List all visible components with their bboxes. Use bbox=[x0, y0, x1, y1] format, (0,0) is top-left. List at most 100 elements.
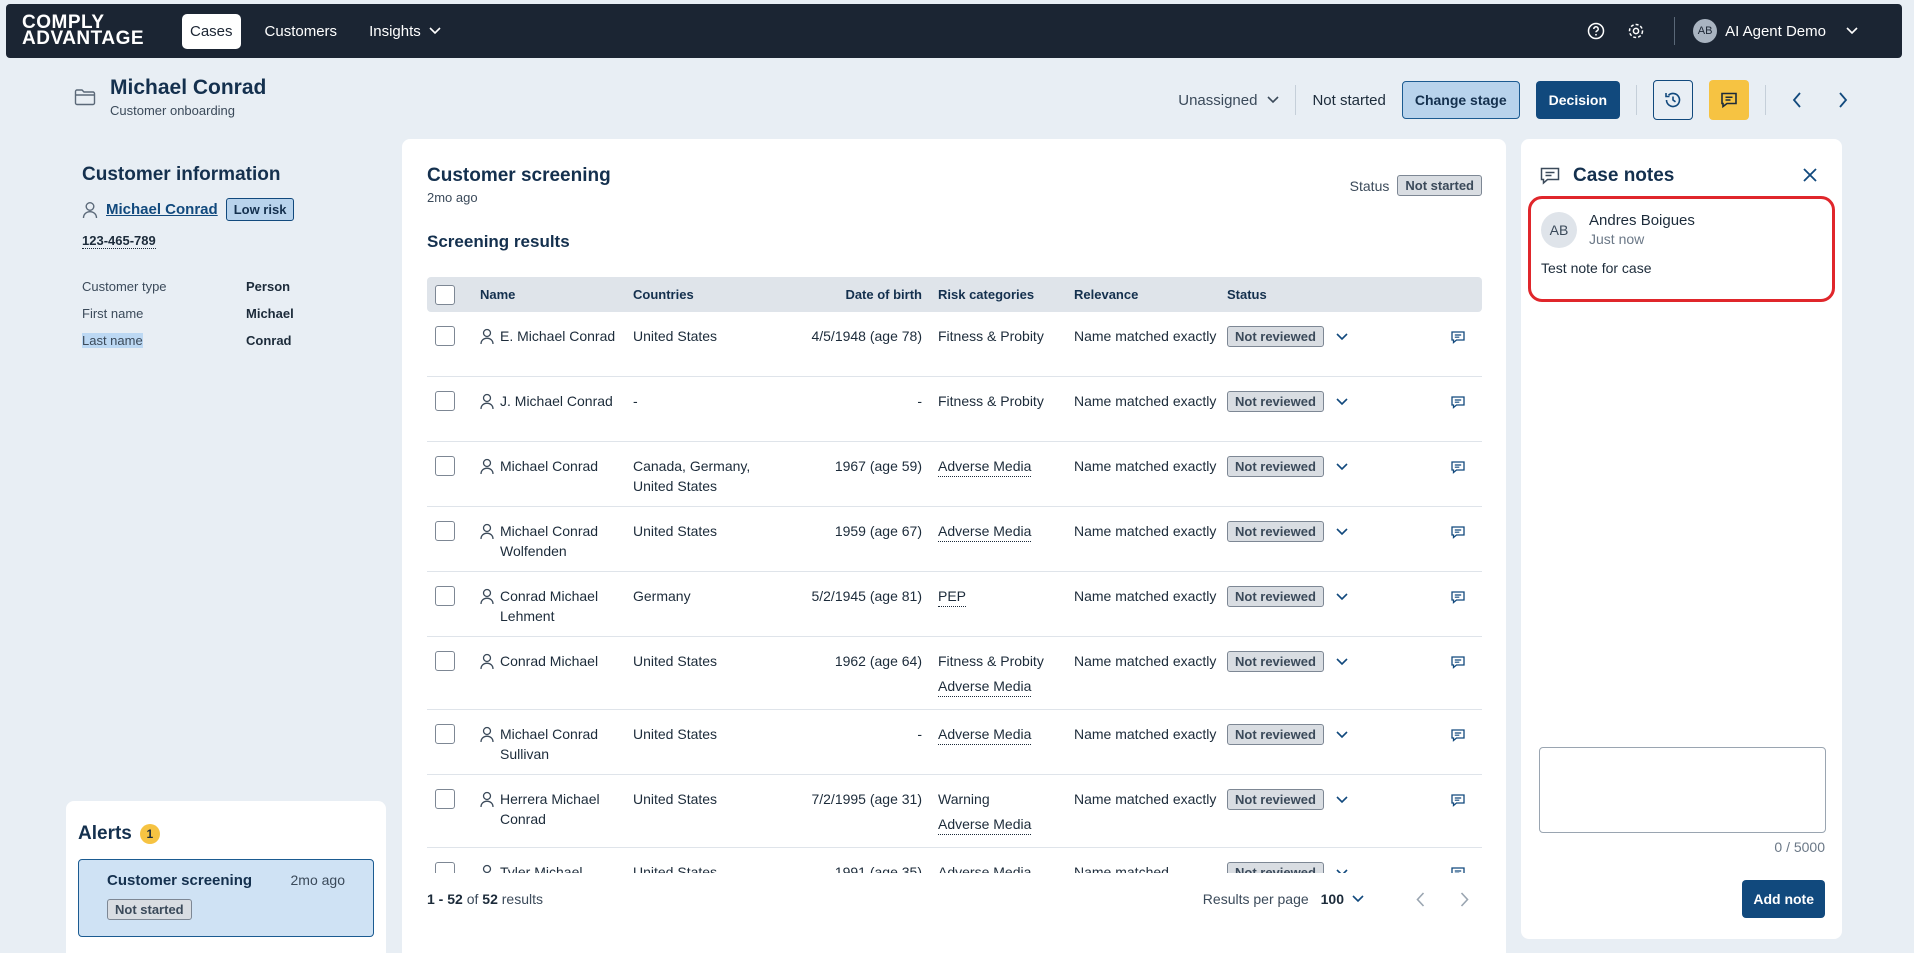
comment-icon[interactable] bbox=[1377, 391, 1482, 410]
case-title: Michael Conrad bbox=[110, 76, 267, 99]
decision-button[interactable]: Decision bbox=[1535, 81, 1620, 119]
next-page-button[interactable] bbox=[1446, 891, 1482, 907]
risk-category[interactable]: Adverse Media bbox=[938, 724, 1032, 745]
nav-cases[interactable]: Cases bbox=[182, 13, 241, 49]
change-stage-button[interactable]: Change stage bbox=[1401, 81, 1520, 119]
customer-id[interactable]: 123-465-789 bbox=[82, 233, 156, 249]
risk-category[interactable]: Adverse Media bbox=[938, 456, 1032, 477]
chevron-down-icon[interactable] bbox=[1336, 795, 1348, 804]
table-row[interactable]: Herrera Michael Conrad United States 7/2/1… bbox=[427, 775, 1482, 848]
comment-icon[interactable] bbox=[1377, 862, 1482, 873]
screening-title: Customer screening bbox=[427, 165, 611, 186]
screening-panel: Customer screening 2mo ago Status Not st… bbox=[402, 139, 1506, 953]
note-body: Test note for case bbox=[1541, 260, 1652, 276]
risk-category[interactable]: Adverse Media bbox=[938, 521, 1032, 542]
match-name-cell: Tyler Michael bbox=[480, 862, 633, 873]
column-relevance: Relevance bbox=[1074, 286, 1139, 302]
row-checkbox[interactable] bbox=[435, 862, 455, 873]
risk-category[interactable]: Adverse Media bbox=[938, 862, 1031, 873]
nav-insights[interactable]: Insights bbox=[361, 14, 449, 49]
brand-logo[interactable]: COMPLY ADVANTAGE bbox=[22, 13, 152, 48]
comment-icon bbox=[1719, 90, 1739, 110]
chevron-down-icon[interactable] bbox=[1336, 592, 1348, 601]
table-row[interactable]: Conrad Michael Lehment Germany 5/2/1945 (a… bbox=[427, 572, 1482, 637]
customer-name-link[interactable]: Michael Conrad bbox=[106, 201, 218, 218]
assignee-dropdown[interactable]: Unassigned bbox=[1178, 92, 1280, 109]
risk-category[interactable]: Adverse Media bbox=[938, 676, 1032, 697]
risk-category[interactable]: PEP bbox=[938, 586, 967, 607]
row-checkbox[interactable] bbox=[435, 326, 455, 346]
history-button[interactable] bbox=[1653, 80, 1693, 120]
row-checkbox[interactable] bbox=[435, 391, 455, 411]
status-badge: Not reviewed bbox=[1227, 326, 1324, 347]
comment-icon[interactable] bbox=[1377, 724, 1482, 743]
nav-divider bbox=[1674, 17, 1676, 45]
status-badge: Not reviewed bbox=[1227, 651, 1324, 672]
risk-category[interactable]: Adverse Media bbox=[938, 814, 1032, 835]
comment-icon[interactable] bbox=[1377, 326, 1482, 345]
results-summary: 1 - 52 of 52 results bbox=[427, 891, 543, 907]
row-checkbox[interactable] bbox=[435, 521, 455, 541]
row-checkbox[interactable] bbox=[435, 724, 455, 744]
help-icon[interactable] bbox=[1576, 22, 1616, 40]
chevron-left-icon bbox=[1415, 891, 1425, 907]
chevron-down-icon[interactable] bbox=[1336, 462, 1348, 471]
chevron-down-icon[interactable] bbox=[1336, 730, 1348, 739]
customer-info-panel: Customer information Michael Conrad Low … bbox=[82, 164, 372, 348]
status-badge: Not reviewed bbox=[1227, 724, 1324, 745]
chevron-down-icon[interactable] bbox=[1336, 397, 1348, 406]
match-relevance: Name matched exactly bbox=[1074, 588, 1217, 604]
row-checkbox[interactable] bbox=[435, 651, 455, 671]
note-input[interactable] bbox=[1539, 747, 1826, 833]
gear-icon[interactable] bbox=[1616, 22, 1656, 40]
nav-customers[interactable]: Customers bbox=[257, 14, 346, 49]
select-all-checkbox[interactable] bbox=[435, 284, 455, 305]
alert-item[interactable]: Customer screening 2mo ago Not started bbox=[78, 859, 374, 937]
row-checkbox[interactable] bbox=[435, 586, 455, 606]
avatar: AB bbox=[1693, 19, 1718, 43]
row-checkbox[interactable] bbox=[435, 789, 455, 809]
table-row[interactable]: Michael Conrad Canada, Germany, United St… bbox=[427, 442, 1482, 507]
table-row[interactable]: Conrad Michael United States 1962 (age 64)… bbox=[427, 637, 1482, 710]
row-checkbox[interactable] bbox=[435, 456, 455, 476]
previous-case-button[interactable] bbox=[1782, 92, 1812, 108]
per-page-select[interactable]: 100 bbox=[1321, 891, 1364, 907]
match-status: Not reviewed bbox=[1227, 391, 1377, 412]
match-name: E. Michael Conrad bbox=[500, 328, 616, 344]
table-row[interactable]: E. Michael Conrad United States 4/5/1948 (… bbox=[427, 312, 1482, 377]
note-author: Andres Boigues bbox=[1589, 212, 1695, 229]
comment-icon[interactable] bbox=[1377, 456, 1482, 475]
user-menu[interactable]: AB AI Agent Demo bbox=[1693, 19, 1858, 43]
case-notes-button[interactable] bbox=[1709, 80, 1749, 120]
field-customer-type: Customer type Person bbox=[82, 279, 372, 294]
chevron-down-icon[interactable] bbox=[1336, 868, 1348, 873]
column-name-label: Name bbox=[480, 286, 516, 302]
results-word: results bbox=[501, 891, 543, 907]
table-row[interactable]: Michael Conrad Sullivan United States - Adv… bbox=[427, 710, 1482, 775]
previous-page-button[interactable] bbox=[1402, 891, 1438, 907]
table-row[interactable]: J. Michael Conrad - - Fitness & Probity Name… bbox=[427, 377, 1482, 442]
match-name: Conrad Michael bbox=[500, 653, 599, 669]
match-countries: United States bbox=[633, 726, 718, 742]
column-status: Status bbox=[1227, 287, 1267, 302]
add-note-button[interactable]: Add note bbox=[1742, 880, 1825, 918]
column-name: Name bbox=[480, 285, 633, 305]
table-row[interactable]: Michael Conrad Wolfenden United States 195… bbox=[427, 507, 1482, 572]
match-status: Not reviewed bbox=[1227, 651, 1377, 672]
match-countries: United States bbox=[633, 653, 718, 669]
match-countries: Canada, Germany, United States bbox=[633, 458, 751, 494]
chevron-down-icon[interactable] bbox=[1336, 332, 1348, 341]
comment-icon[interactable] bbox=[1377, 789, 1482, 808]
risk-category: Fitness & Probity bbox=[938, 393, 1044, 409]
comment-icon[interactable] bbox=[1377, 521, 1482, 540]
per-page-label: Results per page bbox=[1202, 891, 1309, 907]
comment-icon[interactable] bbox=[1377, 651, 1482, 670]
comment-icon[interactable] bbox=[1377, 586, 1482, 605]
close-icon[interactable] bbox=[1802, 167, 1818, 183]
table-row[interactable]: Tyler Michael United States 1991 (age 35) A… bbox=[427, 848, 1482, 873]
alerts-heading: Alerts bbox=[78, 823, 132, 844]
chevron-down-icon[interactable] bbox=[1336, 657, 1348, 666]
next-case-button[interactable] bbox=[1828, 92, 1858, 108]
match-relevance: Name matched exactly bbox=[1074, 791, 1217, 807]
chevron-down-icon[interactable] bbox=[1336, 527, 1348, 536]
